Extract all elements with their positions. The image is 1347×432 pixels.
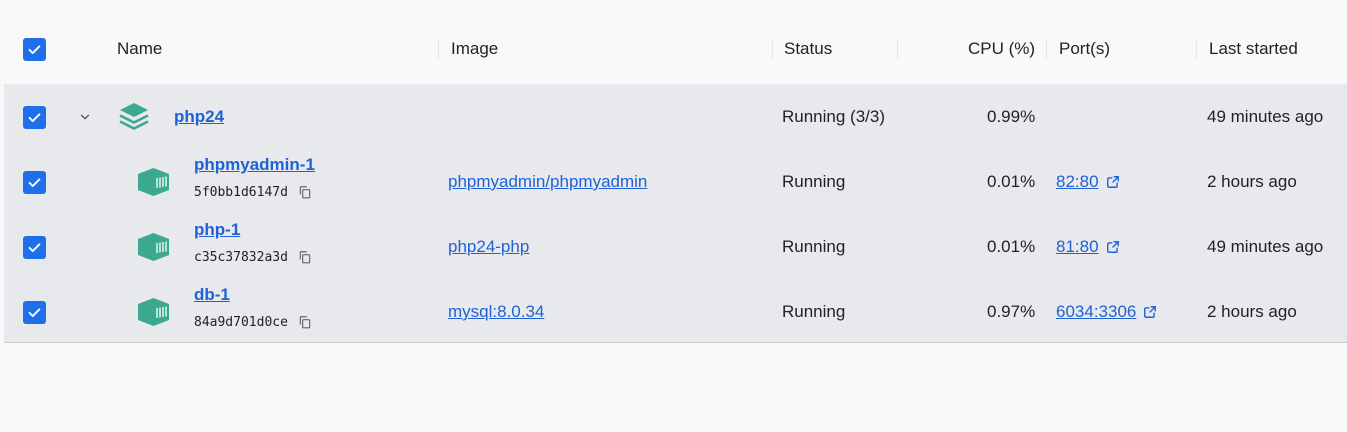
cpu-value: 0.97% (987, 302, 1036, 321)
copy-icon[interactable] (298, 185, 312, 199)
port-link[interactable]: 81:80 (1056, 237, 1099, 257)
copy-icon[interactable] (298, 315, 312, 329)
column-header-cpu[interactable]: CPU (%) (968, 14, 1035, 84)
column-header-name[interactable]: Name (117, 14, 162, 84)
last-started-text: 2 hours ago (1207, 302, 1297, 321)
image-link[interactable]: mysql:8.0.34 (448, 302, 544, 322)
table-row[interactable]: phpmyadmin-1 5f0bb1d6147d phpmyadmin/php… (4, 149, 1347, 214)
external-link-icon[interactable] (1143, 305, 1157, 319)
column-divider (772, 39, 773, 59)
external-link-icon[interactable] (1106, 175, 1120, 189)
image-link[interactable]: phpmyadmin/phpmyadmin (448, 172, 647, 192)
cpu-value: 0.01% (987, 237, 1036, 256)
copy-icon[interactable] (298, 250, 312, 264)
column-divider (897, 39, 898, 59)
column-divider (438, 39, 439, 59)
status-text: Running (782, 302, 846, 321)
column-header-status[interactable]: Status (784, 14, 832, 84)
table-row[interactable]: db-1 84a9d701d0ce mysql:8.0.34 Running 0… (4, 279, 1347, 344)
group-name-link[interactable]: php24 (174, 107, 224, 127)
port-link[interactable]: 82:80 (1056, 172, 1099, 192)
status-text: Running (782, 237, 846, 256)
column-header-last-started[interactable]: Last started (1209, 14, 1298, 84)
container-icon (138, 168, 169, 196)
table-row[interactable]: php-1 c35c37832a3d php24-php Running 0.0… (4, 214, 1347, 279)
table-header: Name Image Status CPU (%) Port(s) Last s… (0, 14, 1347, 84)
checkmark-icon (28, 308, 41, 317)
container-id: 84a9d701d0ce (194, 314, 288, 330)
row-checkbox[interactable] (23, 301, 46, 324)
container-id: 5f0bb1d6147d (194, 184, 288, 200)
container-name-link[interactable]: db-1 (194, 285, 230, 305)
checkmark-icon (28, 178, 41, 187)
last-started-text: 2 hours ago (1207, 172, 1297, 191)
last-started-text: 49 minutes ago (1207, 237, 1324, 256)
container-id: c35c37832a3d (194, 249, 288, 265)
cpu-value: 0.99% (987, 107, 1036, 126)
external-link-icon[interactable] (1106, 240, 1120, 254)
checkmark-icon (28, 113, 41, 122)
row-checkbox[interactable] (23, 236, 46, 259)
checkmark-icon (28, 45, 41, 54)
container-name-link[interactable]: php-1 (194, 220, 240, 240)
cpu-value: 0.01% (987, 172, 1036, 191)
select-all-checkbox[interactable] (23, 38, 46, 61)
column-divider (1046, 39, 1047, 59)
table-row-group[interactable]: php24 Running (3/3) 0.99% 49 minutes ago (4, 84, 1347, 149)
chevron-down-icon[interactable] (78, 110, 92, 124)
column-header-image[interactable]: Image (451, 14, 498, 84)
status-text: Running (3/3) (782, 107, 886, 126)
container-icon (138, 298, 169, 326)
table-body: php24 Running (3/3) 0.99% 49 minutes ago… (4, 84, 1347, 343)
row-checkbox[interactable] (23, 171, 46, 194)
checkmark-icon (28, 243, 41, 252)
container-name-link[interactable]: phpmyadmin-1 (194, 155, 315, 175)
port-link[interactable]: 6034:3306 (1056, 302, 1136, 322)
last-started-text: 49 minutes ago (1207, 107, 1324, 126)
image-link[interactable]: php24-php (448, 237, 529, 257)
row-checkbox[interactable] (23, 106, 46, 129)
column-divider (1196, 39, 1197, 59)
container-icon (138, 233, 169, 261)
status-text: Running (782, 172, 846, 191)
stack-layers-icon (119, 103, 149, 130)
column-header-ports[interactable]: Port(s) (1059, 14, 1110, 84)
